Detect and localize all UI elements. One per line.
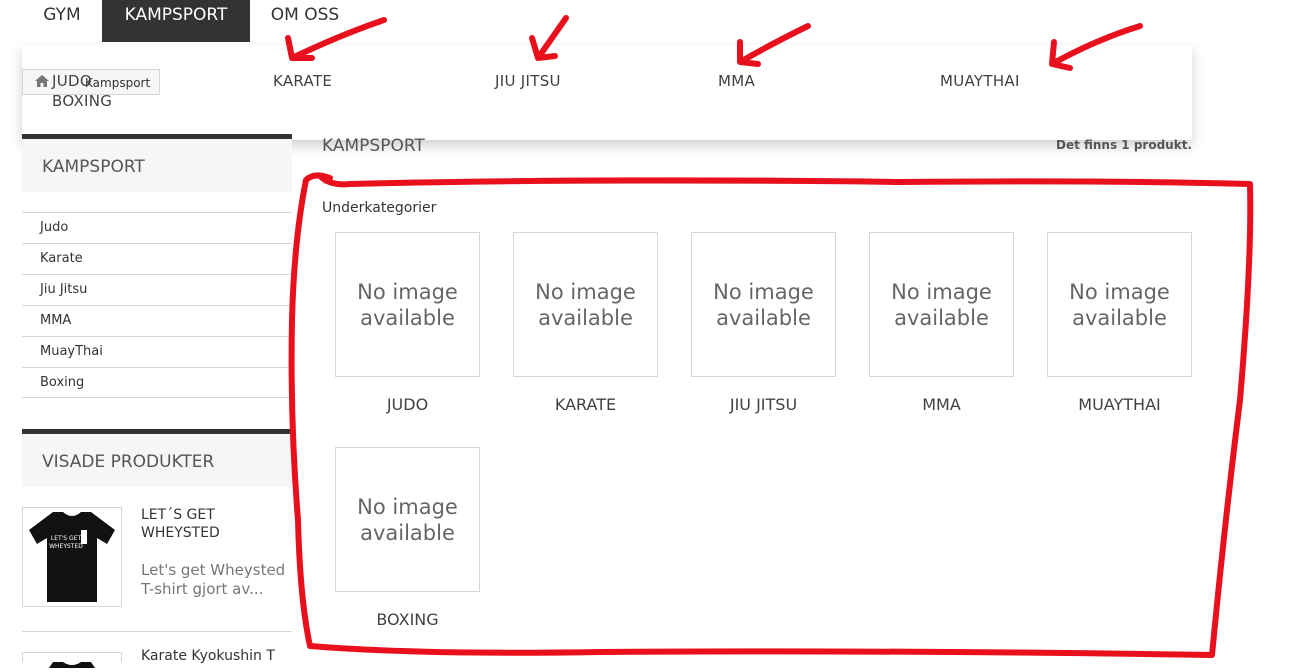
category-dropdown-menu: Kampsport JUDO BOXING KARATE JIU JITSU M… (22, 45, 1192, 140)
subcategory-name[interactable]: JIU JITSU (691, 395, 836, 414)
subcategory-name[interactable]: MMA (869, 395, 1014, 414)
product-name[interactable]: LET´S GET WHEYSTED (141, 506, 281, 542)
menu-item-mma[interactable]: MMA (718, 72, 755, 90)
breadcrumb-label[interactable]: Kampsport (85, 76, 150, 90)
svg-text:WHEYSTED: WHEYSTED (49, 543, 83, 550)
category-list: Judo Karate Jiu Jitsu MMA MuayThai Boxin… (22, 212, 292, 398)
category-item-muaythai[interactable]: MuayThai (22, 336, 292, 367)
top-nav: GYM KAMPSPORT OM OSS (0, 0, 700, 42)
no-image-placeholder[interactable]: No image available (513, 232, 658, 377)
nav-tab-gym[interactable]: GYM (22, 0, 102, 42)
category-item-jiu-jitsu[interactable]: Jiu Jitsu (22, 274, 292, 305)
viewed-products-title: VISADE PRODUKTER (22, 429, 292, 487)
nav-tab-kampsport[interactable]: KAMPSPORT (102, 0, 250, 42)
subcategory-boxing[interactable]: No image available BOXING (335, 447, 480, 629)
menu-item-judo[interactable]: JUDO (52, 72, 92, 90)
subcategories-title: Underkategorier (322, 200, 437, 216)
category-item-karate[interactable]: Karate (22, 243, 292, 274)
no-image-placeholder[interactable]: No image available (335, 447, 480, 592)
product-description: Let's get Wheysted T-shirt gjort av... (141, 561, 286, 598)
no-image-placeholder[interactable]: No image available (1047, 232, 1192, 377)
subcategory-muaythai[interactable]: No image available MUAYTHAI (1047, 232, 1192, 414)
subcategory-jiu-jitsu[interactable]: No image available JIU JITSU (691, 232, 836, 414)
subcategory-name[interactable]: BOXING (335, 610, 480, 629)
no-image-placeholder[interactable]: No image available (335, 232, 480, 377)
no-image-placeholder[interactable]: No image available (691, 232, 836, 377)
svg-text:LET'S GET: LET'S GET (51, 535, 82, 542)
tshirt-image: LET'S GET WHEYSTED (29, 512, 115, 602)
category-item-mma[interactable]: MMA (22, 305, 292, 336)
subcategory-name[interactable]: MUAYTHAI (1047, 395, 1192, 414)
divider (322, 183, 1192, 184)
product-image[interactable]: LET'S GET WHEYSTED (22, 507, 122, 607)
nav-tab-om-oss[interactable]: OM OSS (250, 0, 360, 42)
product-divider (22, 631, 292, 632)
home-icon[interactable] (35, 75, 49, 91)
subcategory-name[interactable]: KARATE (513, 395, 658, 414)
subcategory-judo[interactable]: No image available JUDO (335, 232, 480, 414)
page-title: KAMPSPORT (322, 136, 425, 156)
subcategory-name[interactable]: JUDO (335, 395, 480, 414)
menu-item-muaythai[interactable]: MUAYTHAI (940, 72, 1020, 90)
subcategory-mma[interactable]: No image available MMA (869, 232, 1014, 414)
menu-item-karate[interactable]: KARATE (273, 72, 332, 90)
menu-item-boxing[interactable]: BOXING (52, 92, 112, 110)
category-item-boxing[interactable]: Boxing (22, 367, 292, 398)
category-item-judo[interactable]: Judo (22, 212, 292, 243)
subcategory-karate[interactable]: No image available KARATE (513, 232, 658, 414)
menu-item-jiu-jitsu[interactable]: JIU JITSU (495, 72, 561, 90)
product-image-2[interactable] (22, 652, 122, 668)
product-count: Det finns 1 produkt. (1055, 138, 1192, 152)
no-image-placeholder[interactable]: No image available (869, 232, 1014, 377)
product-name-2[interactable]: Karate Kyokushin T (141, 648, 275, 664)
categories-block-title: KAMPSPORT (22, 134, 292, 192)
